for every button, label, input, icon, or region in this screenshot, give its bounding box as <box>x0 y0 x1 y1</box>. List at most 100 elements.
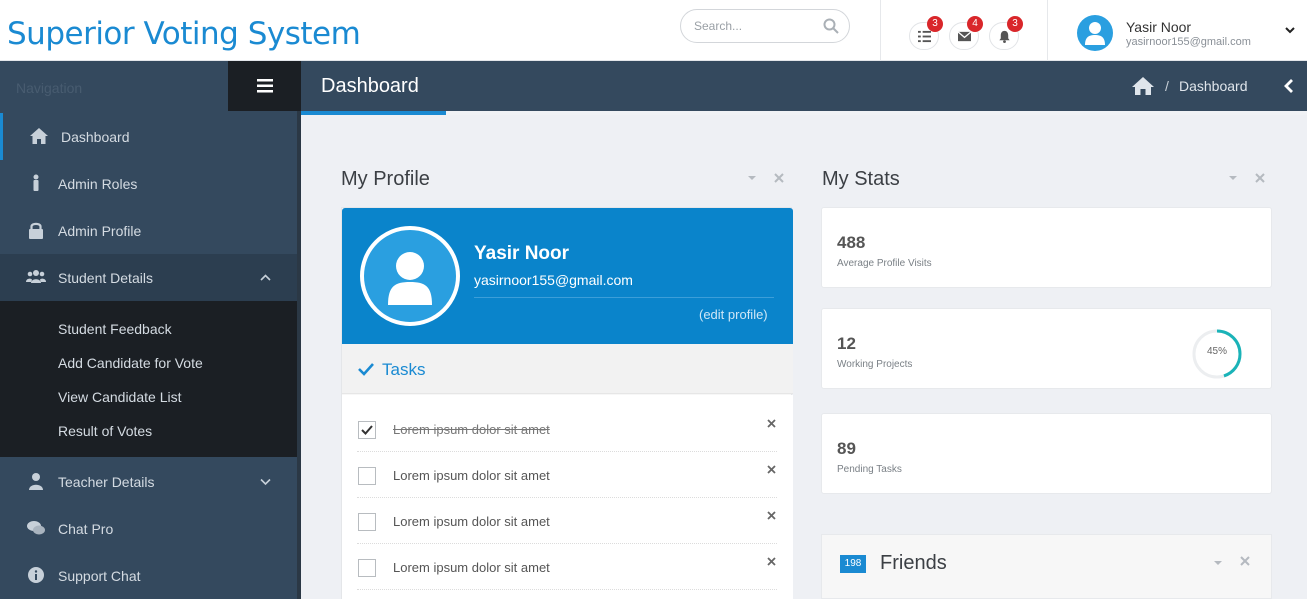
close-icon[interactable] <box>767 511 776 520</box>
sidebar-item-label: Student Details <box>58 270 153 286</box>
close-icon[interactable] <box>1254 172 1266 184</box>
student-details-submenu: Student Feedback Add Candidate for Vote … <box>0 301 297 457</box>
tasks-list: Lorem ipsum dolor sit amet Lorem ipsum d… <box>342 395 793 599</box>
profile-name: Yasir Noor <box>474 243 570 264</box>
user-email: yasirnoor155@gmail.com <box>1126 36 1251 48</box>
sidebar-header: Navigation <box>0 61 301 111</box>
sidebar-item-student-details[interactable]: Student Details <box>0 254 297 301</box>
task-checkbox[interactable] <box>358 421 376 439</box>
hamburger-icon <box>256 79 273 93</box>
user-avatar[interactable] <box>1077 15 1113 51</box>
friends-title: Friends <box>880 552 947 574</box>
tasks-button[interactable]: 3 <box>909 16 943 50</box>
friends-panel: 198 Friends <box>821 534 1272 599</box>
my-stats-title: My Stats <box>822 168 900 190</box>
messages-button[interactable]: 4 <box>949 16 983 50</box>
info-icon <box>28 567 44 583</box>
profile-panel: Yasir Noor yasirnoor155@gmail.com (edit … <box>341 207 793 599</box>
navigation-title: Navigation <box>16 80 83 96</box>
caret-down-icon[interactable] <box>1227 172 1239 184</box>
header-divider <box>1047 0 1048 61</box>
close-icon[interactable] <box>773 172 785 184</box>
check-icon <box>358 363 374 376</box>
progress-label: 45% <box>1206 346 1227 357</box>
notifications-button[interactable]: 3 <box>989 16 1023 50</box>
task-item: Lorem ipsum dolor sit amet <box>357 406 777 452</box>
task-item: Lorem ipsum dolor sit amet <box>357 498 777 544</box>
app-title[interactable]: Superior Voting System <box>7 16 361 52</box>
task-text: Lorem ipsum dolor sit amet <box>393 468 550 483</box>
person-icon <box>29 473 43 490</box>
close-icon[interactable] <box>767 465 776 474</box>
stat-value: 12 <box>837 334 856 353</box>
close-icon[interactable] <box>767 557 776 566</box>
search-icon[interactable] <box>823 18 839 34</box>
page-title-bar: Dashboard / Dashboard <box>301 61 1307 115</box>
page-title: Dashboard <box>321 75 419 97</box>
bell-icon <box>998 30 1010 43</box>
sidebar-item-dashboard[interactable]: Dashboard <box>0 113 297 160</box>
user-silhouette-icon <box>388 252 432 305</box>
top-header: Superior Voting System Search... 3 4 3 Y… <box>0 0 1307 61</box>
check-icon <box>361 425 373 435</box>
stat-label: Working Projects <box>837 359 913 370</box>
lock-icon <box>29 222 43 239</box>
tasks-badge: 3 <box>927 16 943 32</box>
close-icon[interactable] <box>1239 555 1251 567</box>
stat-value: 488 <box>837 233 866 252</box>
close-icon[interactable] <box>767 419 776 428</box>
sidebar: Navigation Dashboard Admin Roles Admin P… <box>0 61 301 599</box>
chevron-down-icon[interactable] <box>1284 24 1296 36</box>
stat-label: Average Profile Visits <box>837 258 932 269</box>
my-profile-title: My Profile <box>341 168 430 190</box>
sidebar-item-label: Dashboard <box>61 129 130 145</box>
person-icon <box>33 174 39 191</box>
submenu-item-view-candidate-list[interactable]: View Candidate List <box>58 389 181 405</box>
caret-down-icon[interactable] <box>1212 557 1224 569</box>
sidebar-item-support-chat[interactable]: Support Chat <box>0 552 297 599</box>
notifications-badge: 3 <box>1007 16 1023 32</box>
sidebar-item-label: Admin Profile <box>58 223 142 239</box>
task-text: Lorem ipsum dolor sit amet <box>393 560 550 575</box>
sidebar-item-label: Admin Roles <box>58 176 138 192</box>
sidebar-item-teacher-details[interactable]: Teacher Details <box>0 458 297 505</box>
task-checkbox[interactable] <box>358 467 376 485</box>
submenu-item-result-of-votes[interactable]: Result of Votes <box>58 423 152 439</box>
sidebar-item-admin-roles[interactable]: Admin Roles <box>0 160 297 207</box>
home-icon <box>30 128 48 144</box>
chevron-up-icon <box>260 274 271 281</box>
breadcrumb-current: Dashboard <box>1179 78 1248 94</box>
search-placeholder: Search... <box>694 19 743 33</box>
profile-email: yasirnoor155@gmail.com <box>474 272 633 288</box>
menu-toggle-button[interactable] <box>228 61 301 111</box>
messages-badge: 4 <box>967 16 983 32</box>
task-item: Lorem ipsum dolor sit amet <box>357 452 777 498</box>
caret-down-icon[interactable] <box>746 172 758 184</box>
task-checkbox[interactable] <box>358 513 376 531</box>
tasks-header: Tasks <box>342 344 793 394</box>
profile-header: Yasir Noor yasirnoor155@gmail.com (edit … <box>342 208 793 344</box>
chevron-left-icon[interactable] <box>1282 78 1296 94</box>
task-text: Lorem ipsum dolor sit amet <box>393 514 550 529</box>
submenu-item-add-candidate[interactable]: Add Candidate for Vote <box>58 355 203 371</box>
user-name[interactable]: Yasir Noor <box>1126 19 1191 35</box>
stat-card-profile-visits: 488 Average Profile Visits <box>821 207 1272 288</box>
edit-profile-link[interactable]: (edit profile) <box>699 307 768 322</box>
profile-avatar <box>360 226 460 326</box>
envelope-icon <box>957 30 971 41</box>
sidebar-item-admin-profile[interactable]: Admin Profile <box>0 207 297 254</box>
task-item: Lorem ipsum dolor sit amet <box>357 544 777 590</box>
chevron-down-icon <box>260 478 271 486</box>
stat-card-pending-tasks: 89 Pending Tasks <box>821 413 1272 494</box>
sidebar-item-label: Support Chat <box>58 568 141 584</box>
task-checkbox[interactable] <box>358 559 376 577</box>
search-box[interactable]: Search... <box>680 9 850 43</box>
tasks-title: Tasks <box>382 360 426 379</box>
header-divider <box>880 0 881 61</box>
user-silhouette-icon <box>1085 22 1105 45</box>
friends-count-badge: 198 <box>840 555 866 573</box>
breadcrumb-separator: / <box>1165 78 1169 94</box>
home-icon[interactable] <box>1131 76 1155 96</box>
sidebar-item-chat-pro[interactable]: Chat Pro <box>0 505 297 552</box>
submenu-item-student-feedback[interactable]: Student Feedback <box>58 321 172 337</box>
